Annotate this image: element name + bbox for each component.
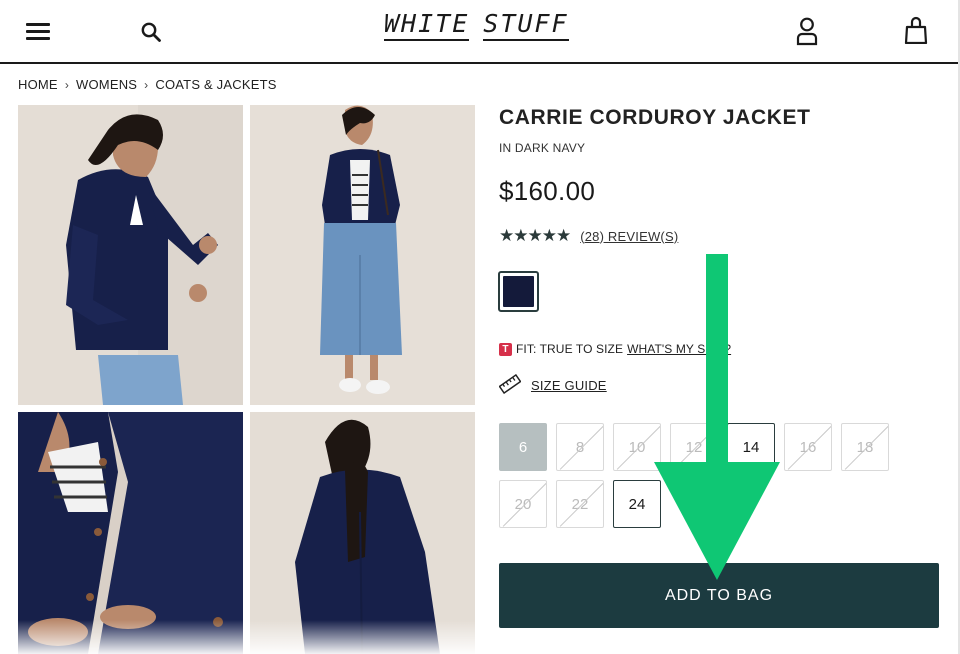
brand-logo[interactable]: WHITE STUFF <box>384 10 569 50</box>
size-option-8[interactable]: 8 <box>556 423 604 471</box>
reviews-link[interactable]: (28) REVIEW(S) <box>580 229 678 244</box>
product-image-detail[interactable] <box>18 412 243 654</box>
product-colour-name: IN DARK NAVY <box>499 141 586 155</box>
product-rating: ★★★★★ (28) REVIEW(S) <box>499 226 678 246</box>
fit-text: FIT: TRUE TO SIZE <box>516 342 624 356</box>
size-option-22[interactable]: 22 <box>556 480 604 528</box>
ruler-icon <box>498 373 522 397</box>
size-option-20[interactable]: 20 <box>499 480 547 528</box>
account-icon[interactable] <box>795 16 819 46</box>
size-option-18[interactable]: 18 <box>841 423 889 471</box>
breadcrumb-home[interactable]: HOME <box>18 77 58 92</box>
breadcrumb-womens[interactable]: WOMENS <box>76 77 137 92</box>
bag-icon[interactable] <box>904 16 928 45</box>
size-guide-label: SIZE GUIDE <box>531 378 607 393</box>
product-price: $160.00 <box>499 176 596 206</box>
site-header: WHITE STUFF <box>0 0 958 64</box>
product-image-back[interactable] <box>250 412 475 654</box>
swatch-fill <box>503 276 534 307</box>
breadcrumb-separator: › <box>64 77 70 92</box>
logo-word-white: WHITE <box>384 10 470 41</box>
size-guide-link[interactable]: SIZE GUIDE <box>498 373 607 397</box>
breadcrumb: HOME › WOMENS › COATS & JACKETS <box>18 77 277 92</box>
fit-badge-icon: T <box>499 342 512 356</box>
search-icon[interactable] <box>140 21 162 43</box>
size-option-10[interactable]: 10 <box>613 423 661 471</box>
product-image-front[interactable] <box>18 105 243 405</box>
size-option-14[interactable]: 14 <box>727 423 775 471</box>
add-to-bag-button[interactable]: ADD TO BAG <box>499 563 939 628</box>
product-title: CARRIE CORDUROY JACKET <box>499 106 811 129</box>
down-arrow-annotation-icon <box>654 254 780 580</box>
size-option-12[interactable]: 12 <box>670 423 718 471</box>
menu-icon[interactable] <box>26 23 50 41</box>
fit-info: T FIT: TRUE TO SIZE WHAT'S MY SIZE? <box>499 342 731 356</box>
rating-stars: ★★★★★ <box>499 226 571 245</box>
size-option-24[interactable]: 24 <box>613 480 661 528</box>
breadcrumb-coats-jackets[interactable]: COATS & JACKETS <box>155 77 276 92</box>
product-image-full-length[interactable] <box>250 105 475 405</box>
colour-swatch-dark-navy[interactable] <box>498 271 539 312</box>
whats-my-size-link[interactable]: WHAT'S MY SIZE? <box>627 342 731 356</box>
size-option-16[interactable]: 16 <box>784 423 832 471</box>
breadcrumb-separator: › <box>144 77 149 92</box>
size-option-6[interactable]: 6 <box>499 423 547 471</box>
logo-word-stuff: STUFF <box>483 10 569 41</box>
